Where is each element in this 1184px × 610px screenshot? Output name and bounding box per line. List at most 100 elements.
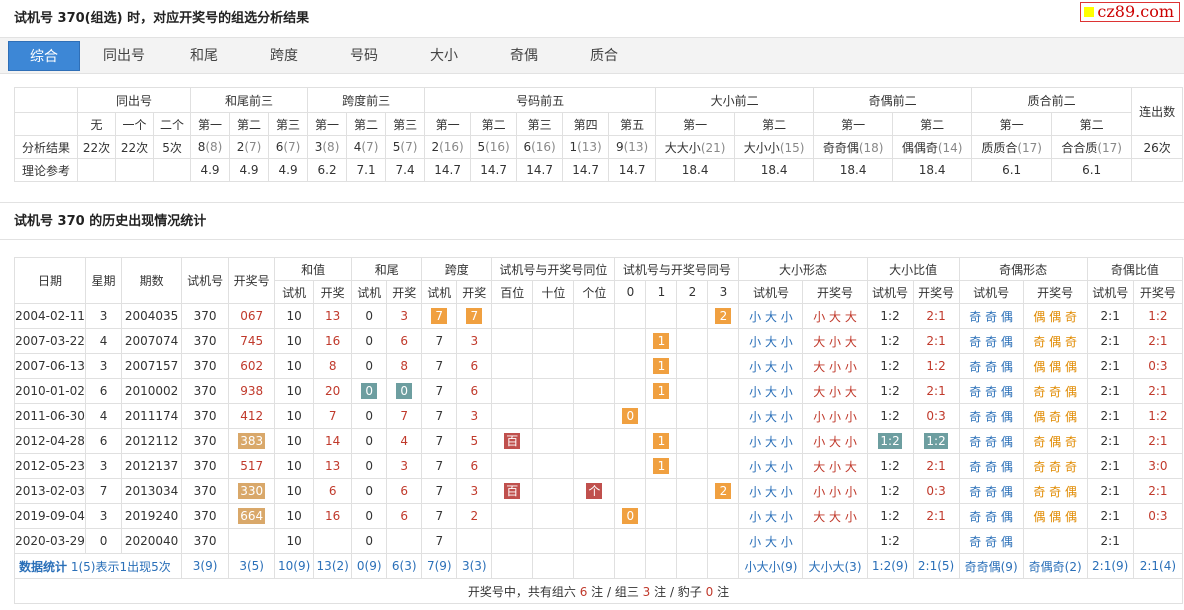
table-row: 2007-06-13 3 2007157 370 602 10 8 0 8 7 6 1 小 大 小 大 小… <box>13 353 1184 379</box>
sub-header: 开奖号 <box>1132 280 1184 304</box>
value: 0 <box>365 484 374 498</box>
stat-cell <box>707 553 740 579</box>
history-table: 日期 星期 期数 试机号 开奖号 和值 和尾 跨度 试机号与开奖号同位 试机号与… <box>13 257 1184 604</box>
summary-cell: 质质合(17) <box>971 135 1053 159</box>
stat-label: 数据统计 <box>19 559 68 574</box>
cell-draw-number: 664 <box>228 503 276 529</box>
group-header: 同出号 <box>76 87 192 113</box>
tab-overview[interactable]: 综合 <box>8 41 80 71</box>
cell-pos-tens <box>532 528 575 554</box>
summary-cell: 9(13) <box>608 135 657 159</box>
sub-header: 3 <box>707 280 740 304</box>
parity-pattern: 奇 奇 偶 <box>969 409 1013 424</box>
cell-draw-number: 330 <box>228 478 276 504</box>
tab-numbers[interactable]: 号码 <box>328 41 400 71</box>
cell-test-number: 370 <box>181 478 230 504</box>
table-row: 2019-09-04 3 2019240 370 664 10 16 0 6 7 2 0 小 大 小 大 … <box>13 503 1184 529</box>
size-pattern: 小 大 小 <box>749 534 793 549</box>
cell-sum-test: 10 <box>274 403 315 429</box>
cell-span-draw: 5 <box>456 428 493 454</box>
table-row: 2012-04-28 6 2012112 370 383 10 14 0 4 7 5 百 1 小 大 小 小… <box>13 428 1184 454</box>
parity-ratio: 2:1 <box>1148 484 1168 498</box>
cell-pos-hundreds: 百 <box>491 428 534 454</box>
col-header: 和尾 <box>351 257 423 281</box>
cell-parity-ratio-test: 2:1 <box>1086 503 1134 529</box>
tab-size[interactable]: 大小 <box>408 41 480 71</box>
value: 370 <box>193 484 217 498</box>
value: 2007074 <box>124 334 179 348</box>
cell-issue: 2020040 <box>121 528 183 554</box>
draw-value: 4 <box>400 434 409 448</box>
cell-parity-ratio-test: 2:1 <box>1086 478 1134 504</box>
sub-header: 试机号 <box>958 280 1024 304</box>
reference-cell: 6.2 <box>307 158 348 182</box>
cell-sum-draw: 16 <box>313 328 353 354</box>
span-value: 3 <box>470 484 479 498</box>
cell-tail-draw: 0 <box>386 378 423 404</box>
value: 7 <box>435 534 444 548</box>
cell-size-test: 小 大 小 <box>738 428 804 454</box>
sub-header: 试机 <box>351 280 388 304</box>
cell-weekday: 4 <box>85 403 123 429</box>
reference-cell: 7.4 <box>385 158 426 182</box>
size-ratio: 0:3 <box>926 409 946 423</box>
reference-cell <box>152 158 192 182</box>
sub-header: 开奖号 <box>802 280 868 304</box>
cell-size-ratio-draw: 1:2 <box>912 353 960 379</box>
tab-span[interactable]: 跨度 <box>248 41 320 71</box>
size-pattern: 小 大 小 <box>749 309 793 324</box>
summary-value: 大小小 <box>743 140 780 155</box>
summary-cell: 22次 <box>77 135 116 159</box>
sub-header: 一个 <box>115 112 154 136</box>
cell-issue: 2019240 <box>121 503 183 529</box>
cell-pos-hundreds <box>491 378 534 404</box>
size-ratio: 1:2 <box>880 359 900 373</box>
cell-issue: 2013034 <box>121 478 183 504</box>
parity-ratio: 0:3 <box>1148 359 1168 373</box>
value: 2007-03-22 <box>15 334 85 348</box>
cell-size-draw: 小 大 小 <box>802 428 868 454</box>
cell-same-2 <box>676 403 709 429</box>
cell-pos-tens <box>532 328 575 354</box>
value: 3 <box>99 359 108 373</box>
cell-size-test: 小 大 小 <box>738 303 804 329</box>
same-number-badge: 0 <box>622 508 639 524</box>
cell-span-draw: 6 <box>456 353 493 379</box>
summary-table: 同出号 和尾前三 跨度前三 号码前五 大小前二 奇偶前二 质合前二 连出数 无一… <box>14 87 1184 182</box>
summary-count: (7) <box>244 140 262 154</box>
draw-value: 16 <box>325 509 341 523</box>
tab-sum-tail[interactable]: 和尾 <box>168 41 240 71</box>
reference-cell: 14.7 <box>562 158 610 182</box>
cell-weekday: 3 <box>85 353 123 379</box>
cell-issue: 2007157 <box>121 353 183 379</box>
tab-odd-even[interactable]: 奇偶 <box>488 41 560 71</box>
sub-header: 2 <box>676 280 709 304</box>
cell-pos-tens <box>532 503 575 529</box>
cell-sum-draw: 14 <box>313 428 353 454</box>
site-logo[interactable]: cz89.com <box>1080 2 1180 22</box>
cell-pos-units <box>573 353 616 379</box>
size-pattern: 小 大 小 <box>749 459 793 474</box>
draw-number: 938 <box>240 384 264 398</box>
cell-same-1: 1 <box>645 378 678 404</box>
tab-prime-composite[interactable]: 质合 <box>568 41 640 71</box>
sub-header: 第二 <box>346 112 387 136</box>
parity-ratio: 3:0 <box>1148 459 1168 473</box>
cell-parity-ratio-test: 2:1 <box>1086 328 1134 354</box>
col-header: 试机号与开奖号同号 <box>614 257 740 281</box>
cell-same-3 <box>707 403 740 429</box>
footer-text: 注 <box>713 584 730 599</box>
size-ratio: 1:2 <box>880 334 900 348</box>
cell-parity-draw: 偶 偶 偶 <box>1022 503 1088 529</box>
parity-pattern: 奇 奇 奇 <box>1033 459 1077 474</box>
table-row: 2011-06-30 4 2011174 370 412 10 7 0 7 7 3 0 小 大 小 小 小… <box>13 403 1184 429</box>
parity-ratio: 2:1 <box>1100 409 1120 423</box>
size-ratio: 1:2 <box>924 433 948 449</box>
cell-parity-draw: 奇 偶 奇 <box>1022 428 1088 454</box>
sub-header: 百位 <box>491 280 534 304</box>
tab-same-numbers[interactable]: 同出号 <box>88 41 160 71</box>
cell-size-test: 小 大 小 <box>738 378 804 404</box>
span-value: 2 <box>470 509 479 523</box>
cell-pos-tens <box>532 378 575 404</box>
cell-span-test: 7 <box>421 453 458 479</box>
